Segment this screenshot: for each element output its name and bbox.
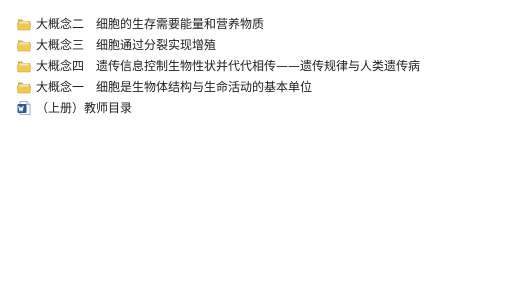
folder-icon	[17, 61, 31, 72]
word-doc-icon	[17, 100, 31, 115]
document-item[interactable]: （上册）教师目录	[16, 97, 516, 118]
file-name[interactable]: 大概念二 细胞的生存需要能量和营养物质	[36, 16, 264, 32]
folder-item[interactable]: 大概念一 细胞是生物体结构与生命活动的基本单位	[16, 76, 516, 97]
folder-icon	[17, 82, 31, 93]
folder-icon	[17, 40, 31, 51]
file-list: 大概念二 细胞的生存需要能量和营养物质 大概念三 细胞通过分裂实现增殖 大概念四…	[16, 13, 516, 118]
folder-item[interactable]: 大概念四 遗传信息控制生物性状并代代相传——遗传规律与人类遗传病	[16, 55, 516, 76]
folder-icon	[17, 19, 31, 30]
folder-item[interactable]: 大概念二 细胞的生存需要能量和营养物质	[16, 13, 516, 34]
file-name[interactable]: 大概念四 遗传信息控制生物性状并代代相传——遗传规律与人类遗传病	[36, 58, 420, 74]
file-name[interactable]: （上册）教师目录	[36, 100, 132, 116]
file-name[interactable]: 大概念一 细胞是生物体结构与生命活动的基本单位	[36, 79, 312, 95]
folder-item[interactable]: 大概念三 细胞通过分裂实现增殖	[16, 34, 516, 55]
file-name[interactable]: 大概念三 细胞通过分裂实现增殖	[36, 37, 216, 53]
